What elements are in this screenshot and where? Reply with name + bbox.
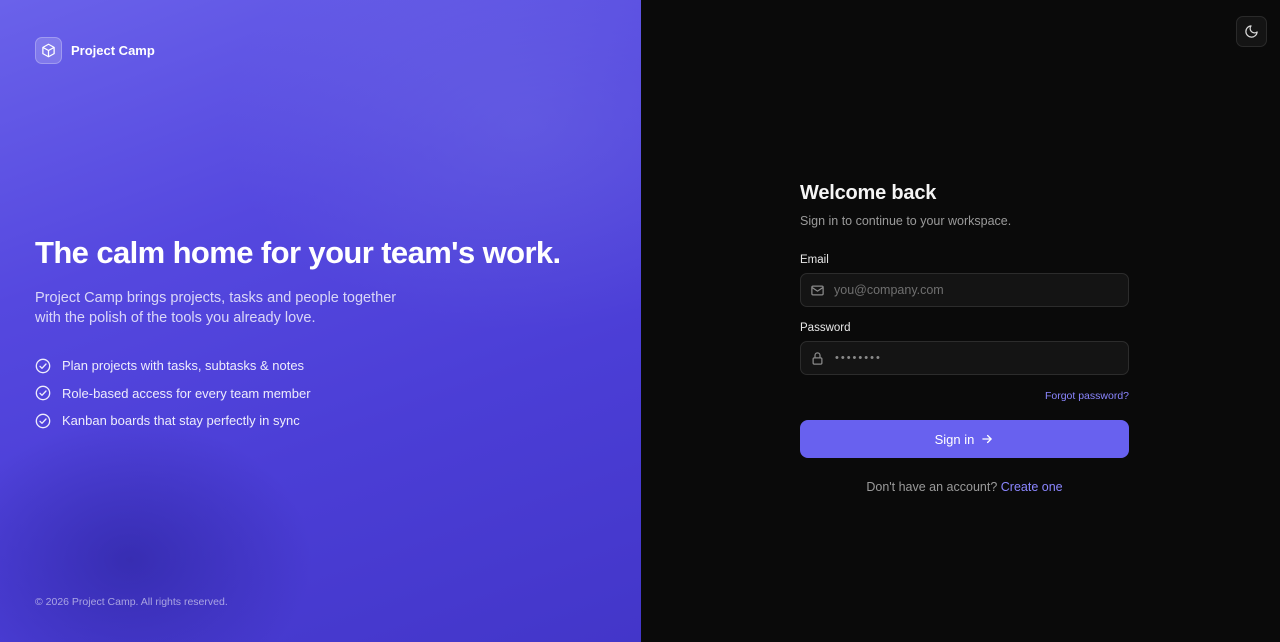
mail-icon: [811, 285, 824, 295]
sign-in-button[interactable]: Sign in: [800, 420, 1129, 458]
theme-toggle-button[interactable]: [1236, 16, 1267, 47]
check-circle-icon: [35, 413, 51, 429]
form-subtitle: Sign in to continue to your workspace.: [800, 214, 1012, 228]
forgot-password-link[interactable]: Forgot password?: [1045, 390, 1129, 402]
feature-text: Role-based access for every team member: [62, 385, 311, 401]
brand[interactable]: Project Camp: [35, 37, 155, 64]
login-form: Welcome back Sign in to continue to your…: [800, 182, 1129, 494]
email-label: Email: [800, 254, 829, 266]
cube-icon: [35, 37, 62, 64]
email-field-wrapper[interactable]: [800, 273, 1129, 307]
create-account-link[interactable]: Create one: [1001, 480, 1063, 494]
feature-text: Kanban boards that stay perfectly in syn…: [62, 413, 300, 429]
password-field[interactable]: ••••••••: [800, 341, 1129, 375]
signup-row: Don't have an account? Create one: [800, 480, 1129, 494]
login-panel: Welcome back Sign in to continue to your…: [641, 0, 1280, 642]
hero-content: The calm home for your team's work. Proj…: [35, 234, 615, 435]
email-input[interactable]: [834, 274, 1128, 306]
hero-panel: Project Camp The calm home for your team…: [0, 0, 641, 642]
moon-icon: [1245, 25, 1258, 38]
arrow-right-icon: [982, 434, 993, 444]
sign-in-label: Sign in: [934, 431, 975, 447]
password-input[interactable]: ••••••••: [835, 352, 882, 364]
check-circle-icon: [35, 358, 51, 374]
hero-title: The calm home for your team's work.: [35, 235, 561, 270]
feature-item: Kanban boards that stay perfectly in syn…: [35, 407, 615, 435]
brand-name: Project Camp: [71, 43, 155, 58]
hero-description: Project Camp brings projects, tasks and …: [35, 290, 397, 326]
feature-list: Plan projects with tasks, subtasks & not…: [35, 352, 615, 435]
lock-icon: [812, 351, 823, 365]
copyright-text: © 2026 Project Camp. All rights reserved…: [35, 596, 228, 608]
check-circle-icon: [35, 385, 51, 401]
form-title: Welcome back: [800, 182, 937, 204]
feature-text: Plan projects with tasks, subtasks & not…: [62, 358, 305, 374]
feature-item: Role-based access for every team member: [35, 380, 615, 408]
password-label: Password: [800, 322, 851, 334]
signup-prompt: Don't have an account?: [866, 480, 1001, 494]
feature-item: Plan projects with tasks, subtasks & not…: [35, 352, 615, 380]
